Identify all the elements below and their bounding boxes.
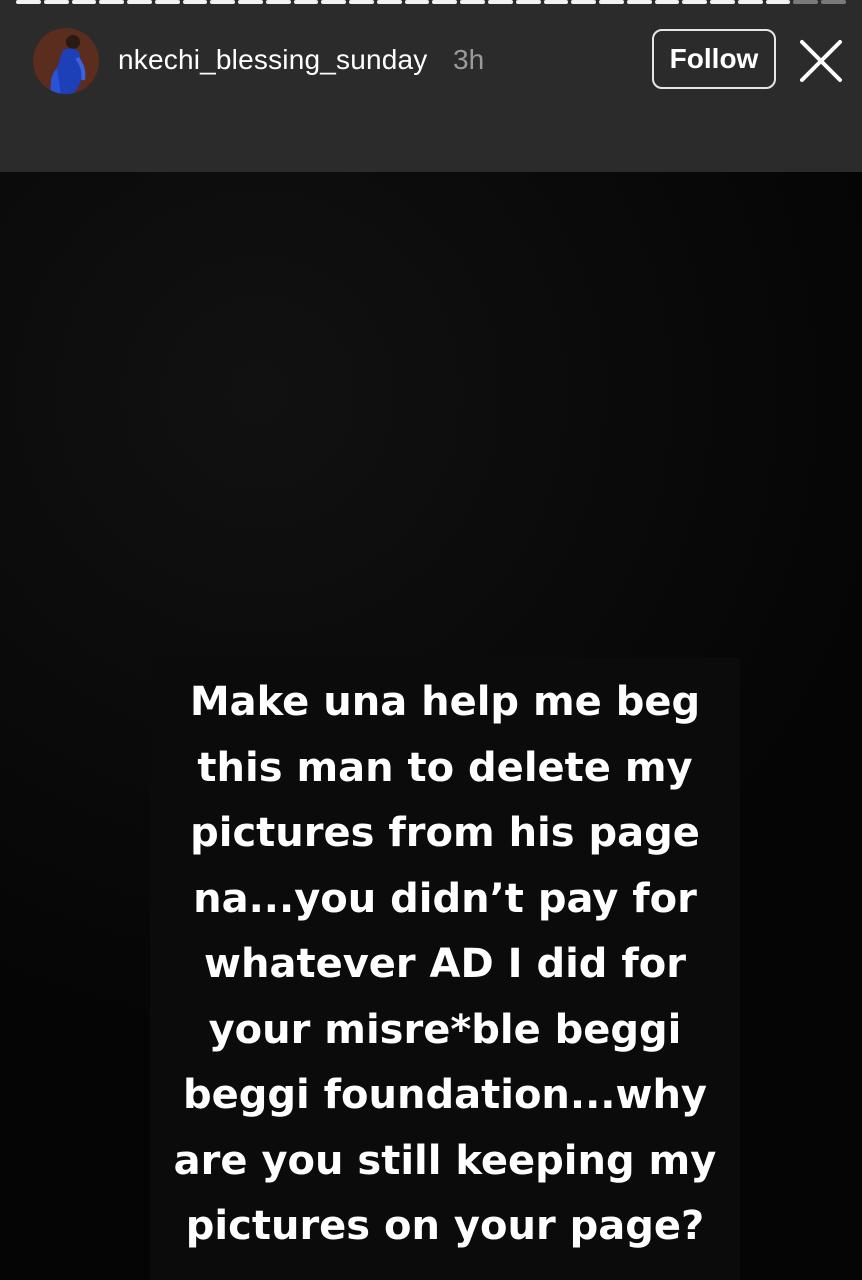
story-text-line: pictures from his page: [190, 810, 700, 856]
progress-segment: [793, 0, 819, 4]
progress-segment: [71, 0, 97, 4]
progress-segment: [16, 0, 41, 4]
progress-segment: [765, 0, 791, 4]
profile-avatar[interactable]: [33, 28, 99, 94]
story-content[interactable]: Make una help me beg this man to delete m…: [0, 172, 862, 1280]
close-icon[interactable]: [798, 38, 844, 84]
progress-segment: [682, 0, 708, 4]
progress-segment: [127, 0, 152, 4]
story-text-line: pictures on your page?: [185, 1203, 705, 1249]
follow-button[interactable]: Follow: [652, 29, 776, 89]
progress-segment: [737, 0, 763, 4]
progress-segment: [515, 0, 541, 4]
progress-segment: [99, 0, 125, 4]
progress-segment: [654, 0, 680, 4]
progress-segment: [821, 0, 846, 4]
progress-segment: [293, 0, 319, 4]
progress-segment: [349, 0, 374, 4]
progress-segment: [182, 0, 208, 4]
progress-segment: [571, 0, 597, 4]
progress-segment: [626, 0, 652, 4]
progress-segment: [210, 0, 236, 4]
post-timestamp: 3h: [453, 44, 485, 75]
avatar-image-icon: [33, 28, 99, 94]
progress-segment: [599, 0, 624, 4]
progress-segment: [488, 0, 513, 4]
progress-segment: [265, 0, 291, 4]
story-text-line: this man to delete my: [197, 744, 693, 791]
progress-segment: [710, 0, 735, 4]
story-text-line: are you still keeping my: [173, 1137, 717, 1184]
progress-segment: [321, 0, 347, 4]
story-progress-bar: [16, 0, 846, 4]
story-viewer: nkechi_blessing_sunday 3h Follow Make un…: [0, 0, 862, 1280]
story-text-line: beggi foundation...why: [182, 1072, 707, 1118]
story-text-line: your misre*ble beggi: [208, 1006, 682, 1053]
story-text: Make una help me beg this man to delete m…: [150, 670, 740, 1260]
story-header: nkechi_blessing_sunday 3h Follow: [0, 0, 862, 172]
progress-segment: [43, 0, 69, 4]
progress-segment: [543, 0, 569, 4]
progress-segment: [238, 0, 263, 4]
progress-segment: [404, 0, 430, 4]
progress-segment: [376, 0, 402, 4]
progress-segment: [460, 0, 486, 4]
progress-segment: [154, 0, 180, 4]
story-text-line: Make una help me beg: [189, 679, 701, 725]
username[interactable]: nkechi_blessing_sunday: [118, 42, 428, 78]
story-text-line: whatever AD I did for: [204, 941, 686, 987]
progress-segment: [432, 0, 458, 4]
story-text-line: na...you didn’t pay for: [193, 875, 697, 922]
